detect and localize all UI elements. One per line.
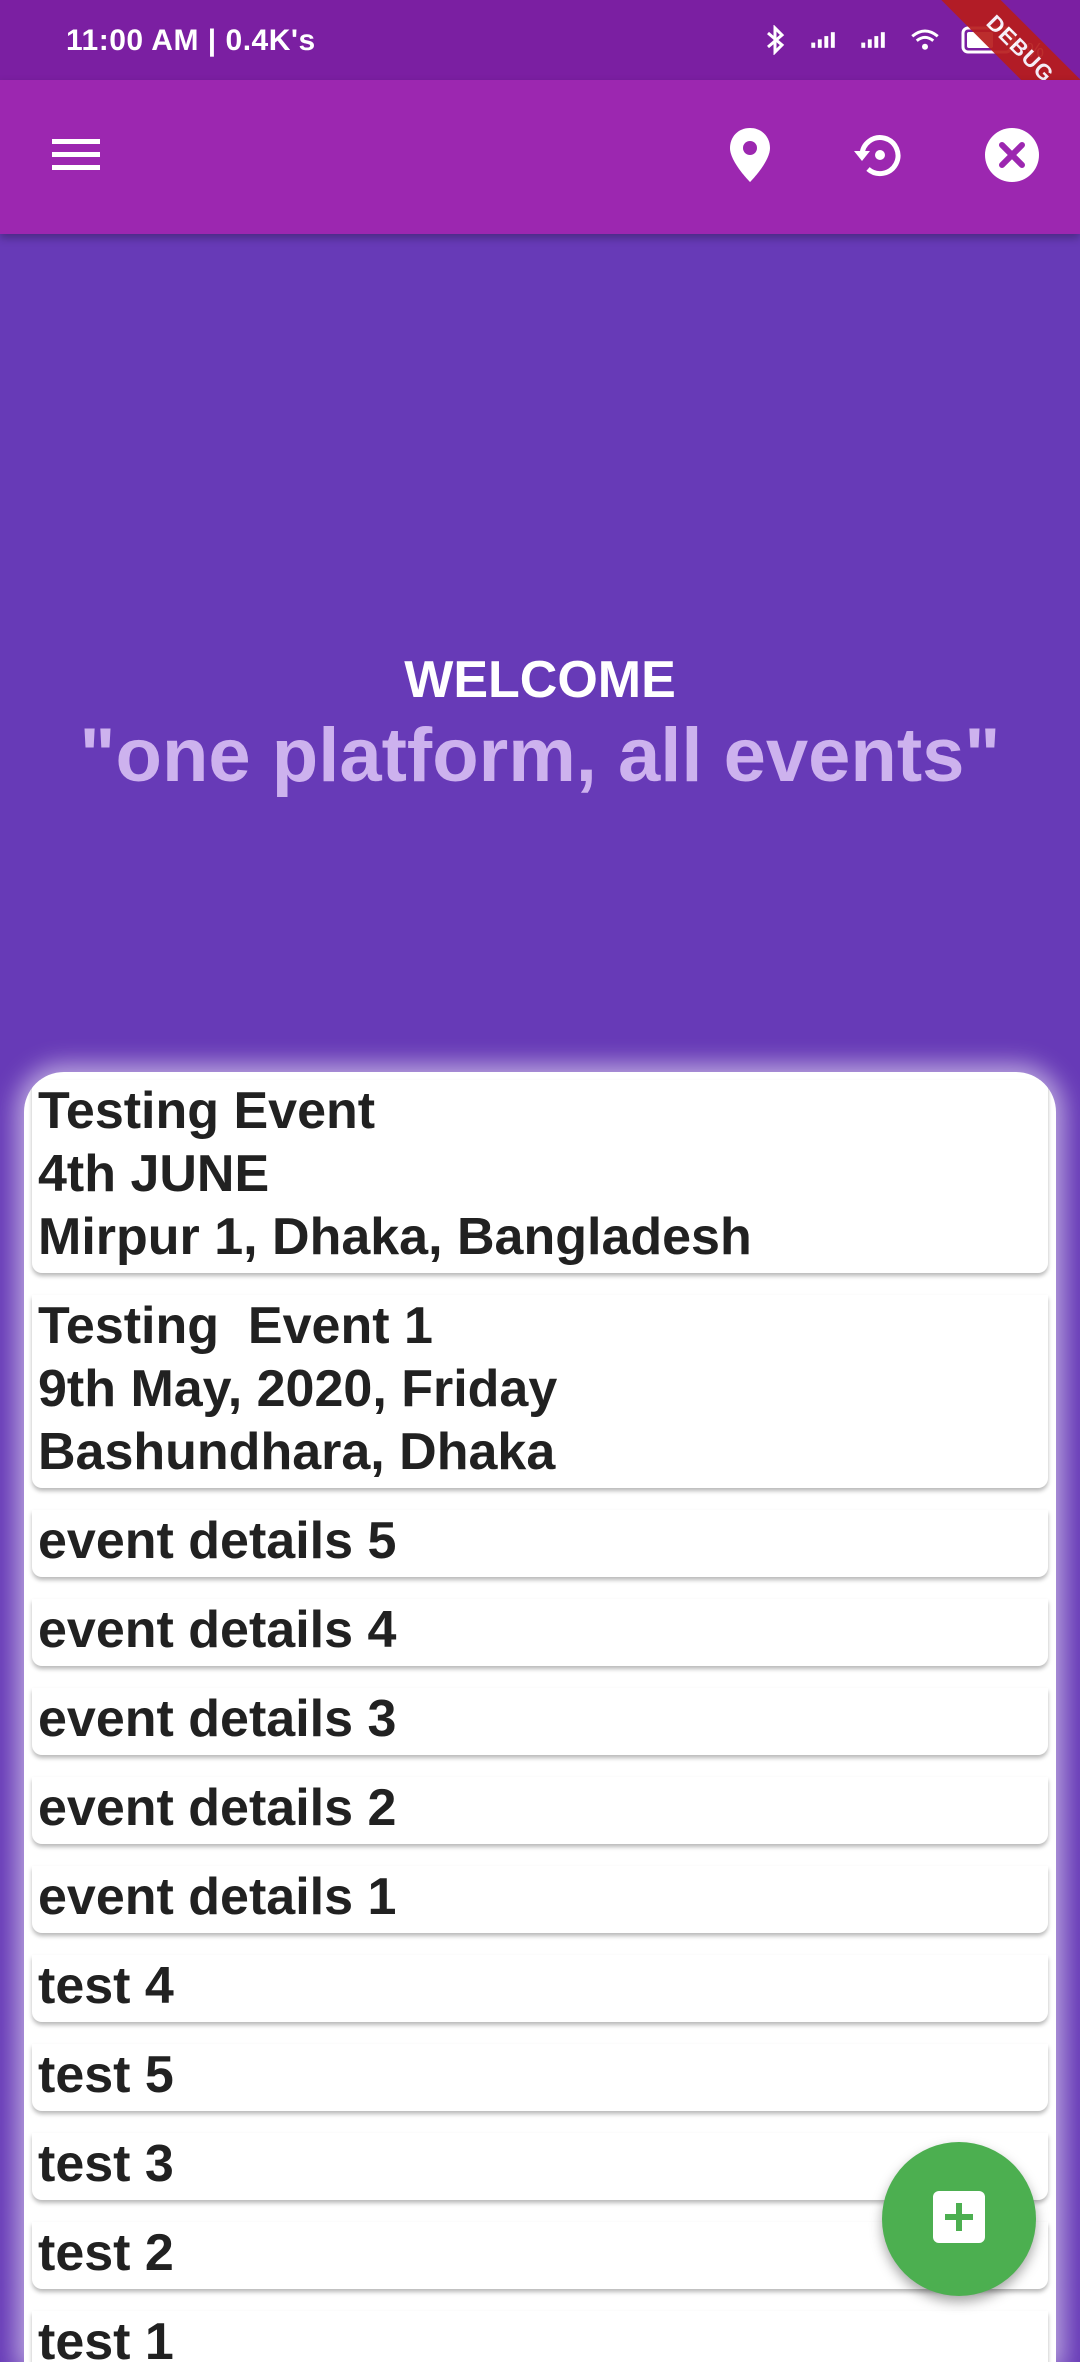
status-bar: 11:00 AM | 0.4K's % DEBUG (0, 0, 1080, 149)
location-button[interactable] (718, 125, 782, 189)
event-card[interactable]: event details 5 (32, 1510, 1048, 1577)
event-title: event details 3 (38, 1690, 397, 1748)
event-title: event details 1 (38, 1868, 397, 1926)
event-card[interactable]: event details 4 (32, 1599, 1048, 1666)
app-bar (0, 80, 1080, 234)
event-location: Bashundhara, Dhaka (38, 1423, 556, 1481)
add-box-icon (931, 2189, 987, 2250)
event-title: Testing Event (38, 1082, 376, 1140)
event-title: test 5 (38, 2046, 174, 2104)
event-title: event details 4 (38, 1601, 397, 1659)
close-button[interactable] (980, 125, 1044, 189)
history-button[interactable] (848, 125, 912, 189)
wifi-icon (910, 25, 940, 55)
history-icon (850, 125, 910, 190)
event-card[interactable]: test 1 (32, 2311, 1048, 2362)
welcome-heading: WELCOME (404, 651, 676, 709)
event-card[interactable]: Testing Event 4th JUNE Mirpur 1, Dhaka, Ba… (32, 1080, 1048, 1273)
tagline: "one platform, all events" (79, 713, 1001, 798)
event-card[interactable]: test 5 (32, 2044, 1048, 2111)
event-list: Testing Event 4th JUNE Mirpur 1, Dhaka, Ba… (32, 1080, 1048, 2362)
event-card[interactable]: event details 2 (32, 1777, 1048, 1844)
close-circle-icon (983, 126, 1041, 189)
event-card[interactable]: event details 3 (32, 1688, 1048, 1755)
event-card[interactable]: test 4 (32, 1955, 1048, 2022)
hero-section: WELCOME "one platform, all events" (0, 234, 1080, 1054)
signal-icon-2 (860, 25, 890, 55)
event-title: event details 2 (38, 1779, 397, 1837)
event-location: Mirpur 1, Dhaka, Bangladesh (38, 1208, 752, 1266)
event-title: event details 5 (38, 1512, 397, 1570)
menu-icon (50, 135, 102, 180)
event-title: test 4 (38, 1957, 174, 2015)
event-date: 4th JUNE (38, 1145, 270, 1203)
add-event-button[interactable] (882, 2142, 1036, 2296)
bluetooth-icon (760, 25, 790, 55)
location-pin-icon (728, 126, 772, 189)
signal-icon (810, 25, 840, 55)
event-title: test 1 (38, 2313, 174, 2362)
event-card[interactable]: Testing Event 1 9th May, 2020, Friday Bash… (32, 1295, 1048, 1488)
event-card[interactable]: event details 1 (32, 1866, 1048, 1933)
status-time: 11:00 AM | 0.4K's (66, 24, 316, 57)
event-title: Testing Event 1 (38, 1297, 433, 1355)
event-date: 9th May, 2020, Friday (38, 1360, 558, 1418)
menu-button[interactable] (44, 125, 108, 189)
